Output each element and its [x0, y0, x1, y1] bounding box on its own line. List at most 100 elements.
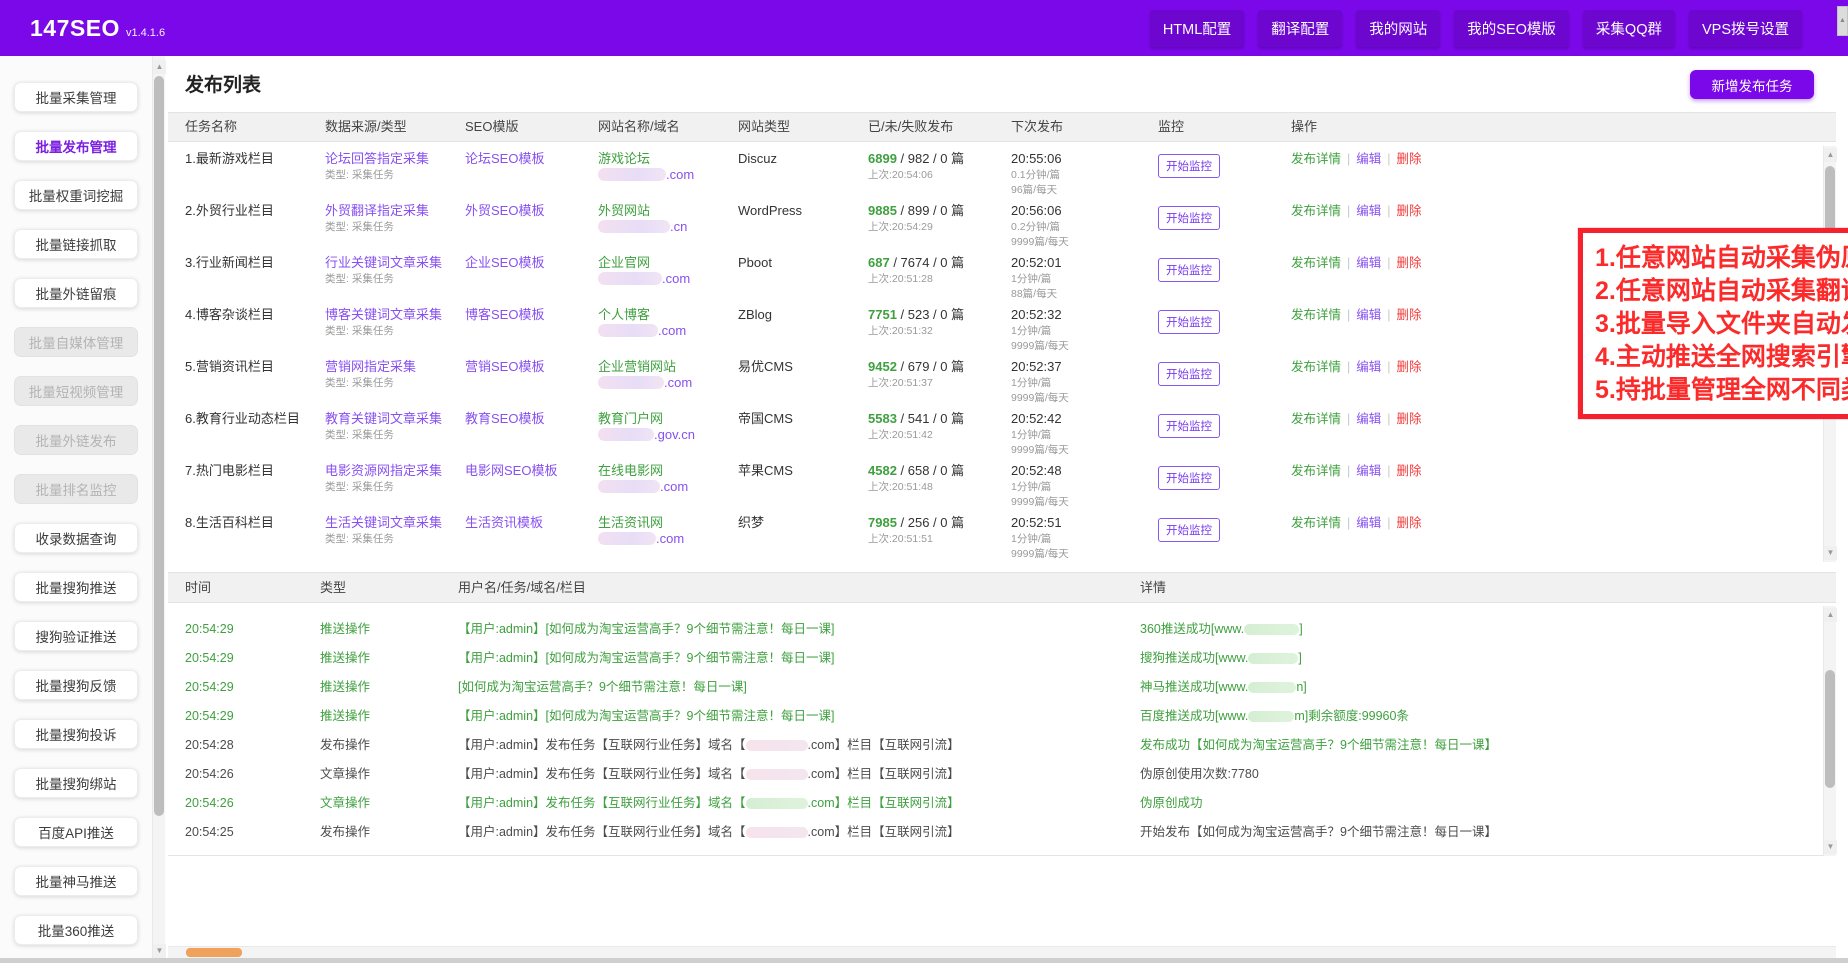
window-scrollbar-cap-icon[interactable]: ▲	[1837, 6, 1848, 36]
seo-template-link[interactable]: 论坛SEO模板	[465, 151, 544, 166]
top-nav-item[interactable]: HTML配置	[1150, 10, 1244, 47]
scroll-down-arrow-icon[interactable]: ▼	[1824, 546, 1837, 560]
sidebar-scrollbar[interactable]: ▲ ▼	[152, 56, 165, 963]
top-nav-item[interactable]: 采集QQ群	[1583, 10, 1675, 47]
publish-detail-link[interactable]: 发布详情	[1291, 516, 1341, 530]
sidebar-button[interactable]: 批量权重词挖掘	[14, 180, 138, 210]
site-domain[interactable]: .com	[598, 323, 738, 339]
sidebar-button[interactable]: 批量360推送	[14, 915, 138, 945]
task-source-link[interactable]: 外贸翻译指定采集	[325, 203, 429, 218]
scroll-down-arrow-icon[interactable]: ▼	[153, 944, 166, 958]
edit-link[interactable]: 编辑	[1356, 308, 1381, 322]
site-domain[interactable]: .gov.cn	[598, 427, 738, 443]
sidebar-button[interactable]: 收录数据查询	[14, 523, 138, 553]
top-nav-item[interactable]: 我的网站	[1356, 10, 1440, 47]
sidebar-button[interactable]: 批量神马推送	[14, 866, 138, 896]
log-row: 20:54:29 推送操作 [如何成为淘宝运营高手？9个细节需注意！每日一课] …	[168, 673, 1836, 702]
scroll-thumb[interactable]	[186, 948, 242, 957]
scroll-thumb[interactable]	[1825, 670, 1835, 788]
scroll-up-arrow-icon[interactable]: ▲	[1824, 608, 1837, 622]
seo-template-link[interactable]: 教育SEO模板	[465, 411, 544, 426]
redacted-domain	[598, 220, 670, 233]
scroll-up-arrow-icon[interactable]: ▲	[153, 60, 166, 74]
edit-link[interactable]: 编辑	[1356, 412, 1381, 426]
site-domain[interactable]: .com	[598, 271, 738, 287]
sidebar-button[interactable]: 批量搜狗投诉	[14, 719, 138, 749]
start-monitor-button[interactable]: 开始监控	[1158, 258, 1220, 282]
edit-link[interactable]: 编辑	[1356, 360, 1381, 374]
task-type-label: 类型: 采集任务	[325, 533, 465, 546]
site-domain[interactable]: .com	[598, 167, 738, 183]
delete-link[interactable]: 删除	[1397, 464, 1422, 478]
top-nav-item[interactable]: 我的SEO模版	[1454, 10, 1569, 47]
task-source-link[interactable]: 教育关键词文章采集	[325, 411, 442, 426]
publish-detail-link[interactable]: 发布详情	[1291, 360, 1341, 374]
seo-template-link[interactable]: 营销SEO模板	[465, 359, 544, 374]
sidebar-button[interactable]: 批量搜狗绑站	[14, 768, 138, 798]
task-source-link[interactable]: 论坛回答指定采集	[325, 151, 429, 166]
start-monitor-button[interactable]: 开始监控	[1158, 414, 1220, 438]
top-nav-item[interactable]: 翻译配置	[1258, 10, 1342, 47]
start-monitor-button[interactable]: 开始监控	[1158, 310, 1220, 334]
seo-template-link[interactable]: 外贸SEO模板	[465, 203, 544, 218]
delete-link[interactable]: 删除	[1397, 412, 1422, 426]
delete-link[interactable]: 删除	[1397, 256, 1422, 270]
task-source-link[interactable]: 生活关键词文章采集	[325, 515, 442, 530]
publish-detail-link[interactable]: 发布详情	[1291, 412, 1341, 426]
scroll-down-arrow-icon[interactable]: ▼	[1824, 840, 1837, 854]
publish-detail-link[interactable]: 发布详情	[1291, 204, 1341, 218]
publish-detail-link[interactable]: 发布详情	[1291, 256, 1341, 270]
sidebar-button[interactable]: 批量外链留痕	[14, 278, 138, 308]
log-row: 20:54:28 发布操作 【用户:admin】发布任务【互联网行业任务】域名【…	[168, 731, 1836, 760]
sidebar-button[interactable]: 批量采集管理	[14, 82, 138, 112]
task-source-link[interactable]: 博客关键词文章采集	[325, 307, 442, 322]
seo-template-link[interactable]: 博客SEO模板	[465, 307, 544, 322]
edit-link[interactable]: 编辑	[1356, 204, 1381, 218]
sidebar-button[interactable]: 搜狗验证推送	[14, 621, 138, 651]
site-domain[interactable]: .com	[598, 531, 738, 547]
publish-detail-link[interactable]: 发布详情	[1291, 464, 1341, 478]
delete-link[interactable]: 删除	[1397, 308, 1422, 322]
publish-detail-link[interactable]: 发布详情	[1291, 152, 1341, 166]
delete-link[interactable]: 删除	[1397, 204, 1422, 218]
last-publish-time: 上次:20:54:06	[868, 169, 1011, 182]
top-nav-item[interactable]: VPS拨号设置	[1689, 10, 1802, 47]
seo-template-link[interactable]: 企业SEO模板	[465, 255, 544, 270]
start-monitor-button[interactable]: 开始监控	[1158, 154, 1220, 178]
seo-template-link[interactable]: 生活资讯模板	[465, 515, 543, 530]
scroll-up-arrow-icon[interactable]: ▲	[1824, 148, 1837, 162]
sidebar-button[interactable]: 批量搜狗反馈	[14, 670, 138, 700]
task-source-link[interactable]: 行业关键词文章采集	[325, 255, 442, 270]
edit-link[interactable]: 编辑	[1356, 464, 1381, 478]
delete-link[interactable]: 删除	[1397, 360, 1422, 374]
sidebar-button: 批量短视频管理	[14, 376, 138, 406]
edit-link[interactable]: 编辑	[1356, 256, 1381, 270]
edit-link[interactable]: 编辑	[1356, 516, 1381, 530]
publish-rate: 1分钟/篇	[1011, 481, 1158, 494]
log-message: 【用户:admin】发布任务【互联网行业任务】域名【.com】栏目【互联网引流】	[458, 818, 1140, 847]
start-monitor-button[interactable]: 开始监控	[1158, 362, 1220, 386]
publish-detail-link[interactable]: 发布详情	[1291, 308, 1341, 322]
log-scrollbar[interactable]: ▲ ▼	[1823, 606, 1836, 856]
site-domain[interactable]: .com	[598, 375, 738, 391]
start-monitor-button[interactable]: 开始监控	[1158, 518, 1220, 542]
seo-template-link[interactable]: 电影网SEO模板	[465, 463, 557, 478]
log-row: 20:54:25 发布操作 【用户:admin】发布任务【互联网行业任务】域名【…	[168, 818, 1836, 847]
task-source-link[interactable]: 营销网指定采集	[325, 359, 416, 374]
sidebar-button[interactable]: 批量发布管理	[14, 131, 138, 161]
scroll-thumb[interactable]	[154, 76, 164, 816]
start-monitor-button[interactable]: 开始监控	[1158, 466, 1220, 490]
site-domain[interactable]: .cn	[598, 219, 738, 235]
divider: |	[1347, 256, 1350, 270]
sidebar-button[interactable]: 批量搜狗推送	[14, 572, 138, 602]
edit-link[interactable]: 编辑	[1356, 152, 1381, 166]
site-domain[interactable]: .com	[598, 479, 738, 495]
start-monitor-button[interactable]: 开始监控	[1158, 206, 1220, 230]
sidebar-button[interactable]: 批量链接抓取	[14, 229, 138, 259]
task-source-link[interactable]: 电影资源网指定采集	[325, 463, 442, 478]
sidebar-button[interactable]: 百度API推送	[14, 817, 138, 847]
delete-link[interactable]: 删除	[1397, 516, 1422, 530]
delete-link[interactable]: 删除	[1397, 152, 1422, 166]
new-task-button[interactable]: 新增发布任务	[1690, 70, 1814, 99]
horizontal-scrollbar[interactable]	[168, 946, 1836, 958]
